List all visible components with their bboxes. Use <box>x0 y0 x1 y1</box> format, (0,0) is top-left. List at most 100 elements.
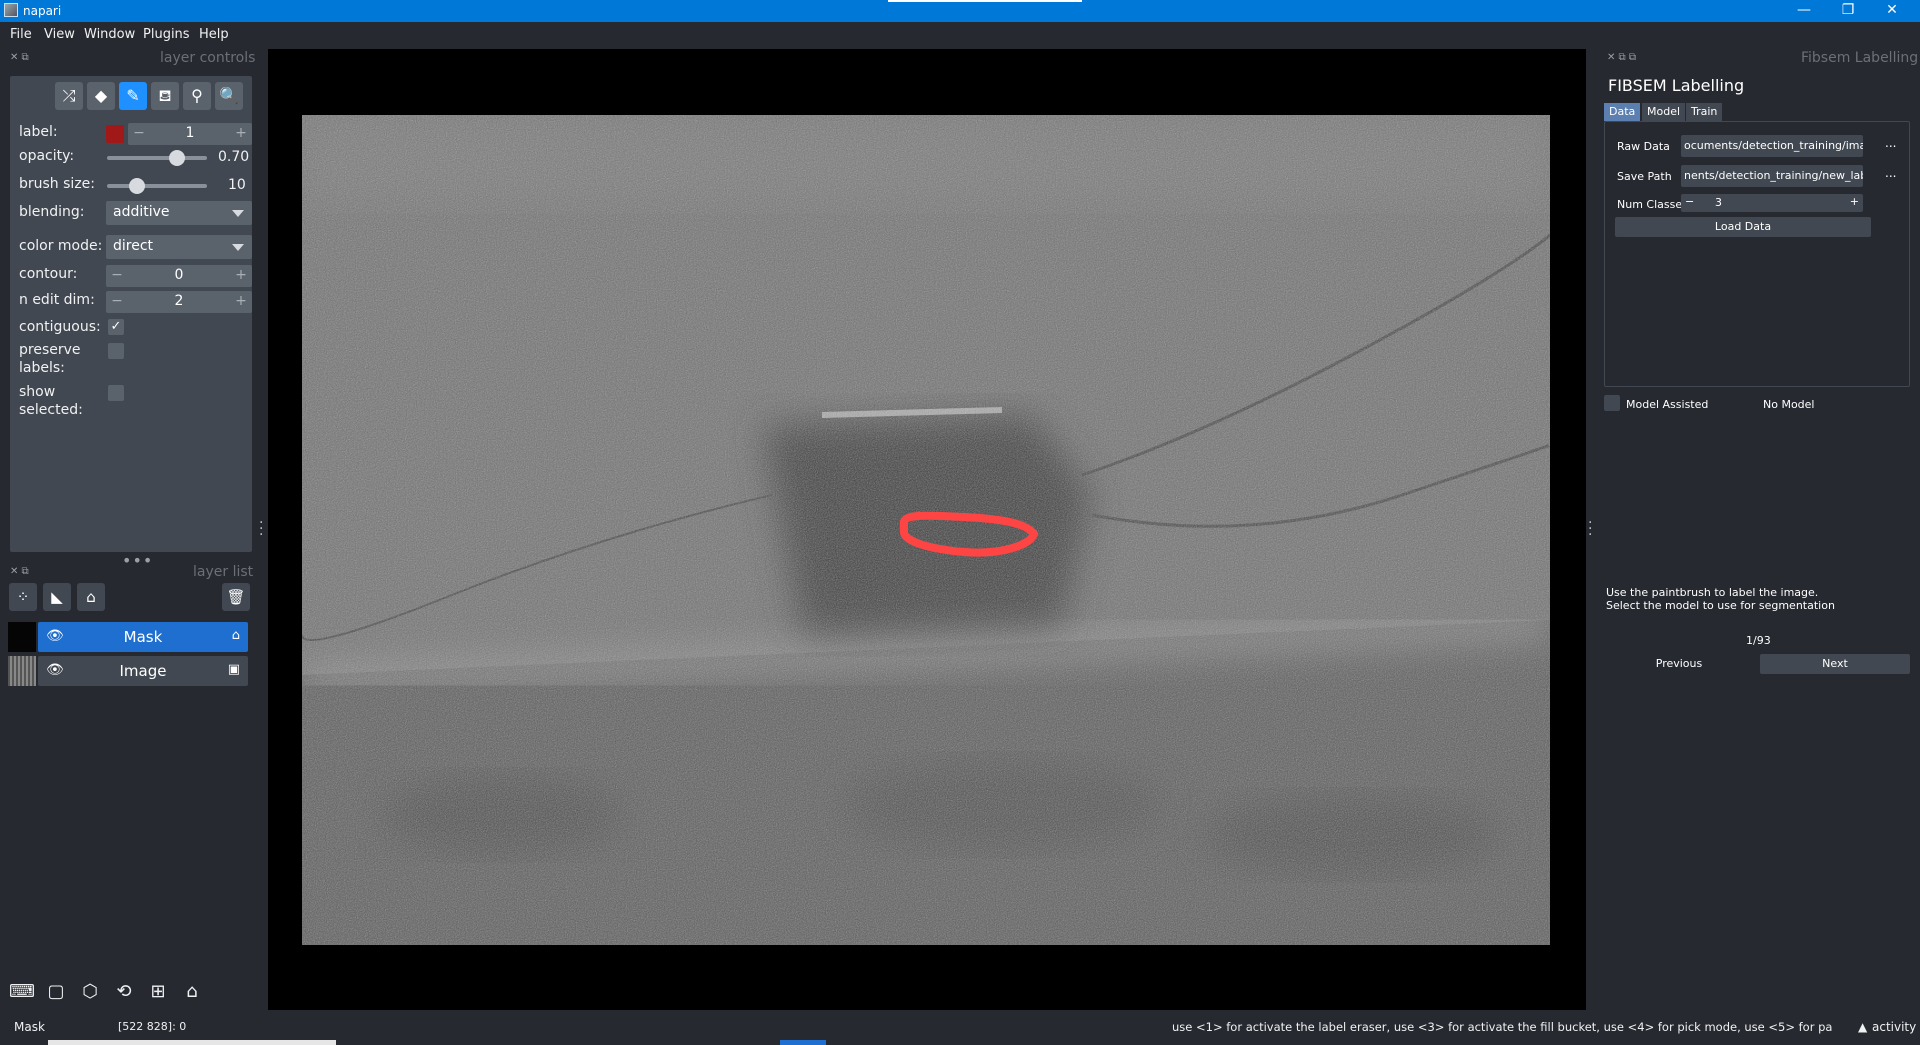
micrograph-svg <box>302 115 1550 945</box>
eraser-icon[interactable]: ◆ <box>87 82 115 110</box>
tab-data[interactable]: Data <box>1604 103 1641 121</box>
color-mode-chevron-down-icon <box>232 244 244 251</box>
status-progress-strip <box>48 1040 336 1045</box>
mask-thumbnail <box>8 622 36 652</box>
model-status: No Model <box>1763 398 1815 411</box>
raw-data-input[interactable]: ocuments/detection_training/images <box>1681 135 1863 157</box>
previous-button[interactable]: Previous <box>1604 654 1754 674</box>
label-spinbox[interactable]: − 1 + <box>128 123 252 145</box>
label-plus-icon[interactable]: + <box>234 125 248 141</box>
menu-window[interactable]: Window <box>84 27 135 42</box>
label-tag-icon: ⌂ <box>231 628 240 643</box>
close-icon[interactable]: ✕ <box>1870 0 1914 22</box>
contour-caption: contour: <box>19 266 78 282</box>
shuffle-icon[interactable]: ⤮ <box>55 82 83 110</box>
console-icon[interactable]: ⌨ <box>8 978 36 1006</box>
activity-button[interactable]: activity <box>1872 1020 1916 1034</box>
menu-view[interactable]: View <box>44 27 75 42</box>
new-points-layer-icon[interactable]: ⁘ <box>9 583 37 611</box>
status-layer-name: Mask <box>14 1020 45 1034</box>
next-button[interactable]: Next <box>1760 654 1910 674</box>
activity-caret-icon[interactable]: ▲ <box>1858 1020 1867 1034</box>
save-path-input[interactable]: nents/detection_training/new_labels <box>1681 165 1863 187</box>
contour-plus-icon[interactable]: + <box>234 267 248 283</box>
grid-icon[interactable]: ⊞ <box>144 978 172 1006</box>
napari-logo-icon <box>4 3 18 17</box>
image-icon: ▣ <box>227 662 240 677</box>
status-help-text: use <1> for activate the label eraser, u… <box>1172 1020 1832 1034</box>
raw-data-browse-button[interactable]: ... <box>1885 136 1896 150</box>
save-path-browse-button[interactable]: ... <box>1885 166 1896 180</box>
layer-row-image[interactable]: 👁 Image ▣ <box>8 656 248 686</box>
menu-bar: File View Window Plugins Help <box>0 22 1920 46</box>
minimize-icon[interactable]: — <box>1782 0 1826 22</box>
em-micrograph-image <box>302 115 1550 945</box>
instructions-line-2: Select the model to use for segmentation <box>1606 599 1835 612</box>
plugin-title: FIBSEM Labelling <box>1608 76 1745 95</box>
mask-layer-name: Mask <box>123 628 163 646</box>
brush-size-slider[interactable] <box>107 184 207 188</box>
napari-window: napari — ❐ ✕ File View Window Plugins He… <box>0 0 1920 1045</box>
num-classes-value: 3 <box>1715 196 1722 209</box>
layer-controls-title: layer controls <box>160 50 256 66</box>
label-color-swatch[interactable] <box>106 125 124 143</box>
layer-row-mask[interactable]: 👁 Mask ⌂ <box>8 622 248 652</box>
n-edit-dim-spinbox[interactable]: − 2 + <box>106 291 252 313</box>
color-picker-icon[interactable]: ⚲ <box>183 82 211 110</box>
brush-size-caption: brush size: <box>19 176 95 192</box>
image-noise <box>302 115 1550 945</box>
tab-model[interactable]: Model <box>1642 103 1686 121</box>
layer-controls-panel: ⤮ ◆ ✎ ⛾ ⚲ 🔍 label: − 1 + opacity: 0.70 b… <box>10 76 252 552</box>
opacity-slider-handle[interactable] <box>169 150 185 166</box>
new-shapes-layer-icon[interactable]: ◣ <box>43 583 71 611</box>
model-assisted-checkbox[interactable] <box>1604 395 1620 411</box>
status-bar: Mask [522 828]: 0 use <1> for activate t… <box>0 1010 1920 1045</box>
roll-dims-icon[interactable]: ⟲ <box>110 978 138 1006</box>
dock-resize-handle[interactable]: ••• <box>122 551 153 570</box>
contiguous-checkbox[interactable]: ✓ <box>108 319 124 335</box>
n-edit-dim-plus-icon[interactable]: + <box>234 293 248 309</box>
tab-train[interactable]: Train <box>1686 103 1723 121</box>
num-classes-label: Num Classes <box>1617 198 1688 211</box>
raw-data-label: Raw Data <box>1617 140 1670 153</box>
delete-layer-icon[interactable]: 🗑 <box>222 583 250 611</box>
num-classes-spinbox[interactable]: − 3 + <box>1681 194 1863 212</box>
contour-spinbox[interactable]: − 0 + <box>106 265 252 287</box>
fill-bucket-icon[interactable]: ⛾ <box>151 82 179 110</box>
color-mode-value: direct <box>113 238 154 254</box>
layer-list-float-icon[interactable]: ✕ ⧉ <box>10 566 29 577</box>
plugin-dock-float-icon[interactable]: ✕ ⧉ ⧉ <box>1607 52 1636 63</box>
3d-cube-icon[interactable]: ⬡ <box>76 978 104 1006</box>
blending-caption: blending: <box>19 204 85 220</box>
magnifier-icon[interactable]: 🔍 <box>215 82 243 110</box>
viewer-canvas[interactable] <box>268 49 1586 1011</box>
dock-float-icon[interactable]: ✕ ⧉ <box>10 52 29 63</box>
load-data-button[interactable]: Load Data <box>1615 217 1871 237</box>
show-selected-caption-2: selected: <box>19 402 83 418</box>
opacity-slider[interactable] <box>107 156 207 160</box>
color-mode-dropdown[interactable]: direct <box>106 235 252 259</box>
brush-size-slider-handle[interactable] <box>129 178 145 194</box>
status-coordinates: [522 828]: 0 <box>118 1020 187 1033</box>
home-icon[interactable]: ⌂ <box>178 978 206 1006</box>
title-bar: napari — ❐ ✕ <box>0 0 1920 22</box>
blending-dropdown[interactable]: additive <box>106 201 252 225</box>
restore-icon[interactable]: ❐ <box>1826 0 1870 22</box>
menu-help[interactable]: Help <box>199 27 229 42</box>
save-path-label: Save Path <box>1617 170 1672 183</box>
viewer-buttons: ⌨ ▢ ⬡ ⟲ ⊞ ⌂ <box>8 978 208 1006</box>
mask-layer-item[interactable]: 👁 Mask ⌂ <box>38 622 248 652</box>
new-labels-layer-icon[interactable]: ⌂ <box>77 583 105 611</box>
show-selected-checkbox[interactable] <box>108 385 124 401</box>
window-title: napari <box>23 4 62 18</box>
num-classes-minus-icon[interactable]: − <box>1685 195 1694 208</box>
preserve-labels-checkbox[interactable] <box>108 343 124 359</box>
menu-file[interactable]: File <box>10 27 32 42</box>
image-layer-item[interactable]: 👁 Image ▣ <box>38 656 248 686</box>
num-classes-plus-icon[interactable]: + <box>1850 195 1859 208</box>
left-splitter-handle[interactable]: · · · <box>259 516 263 542</box>
square-toggle-icon[interactable]: ▢ <box>42 978 70 1006</box>
layer-list-title: layer list <box>193 564 254 580</box>
paintbrush-icon[interactable]: ✎ <box>119 82 147 110</box>
menu-plugins[interactable]: Plugins <box>143 27 190 42</box>
